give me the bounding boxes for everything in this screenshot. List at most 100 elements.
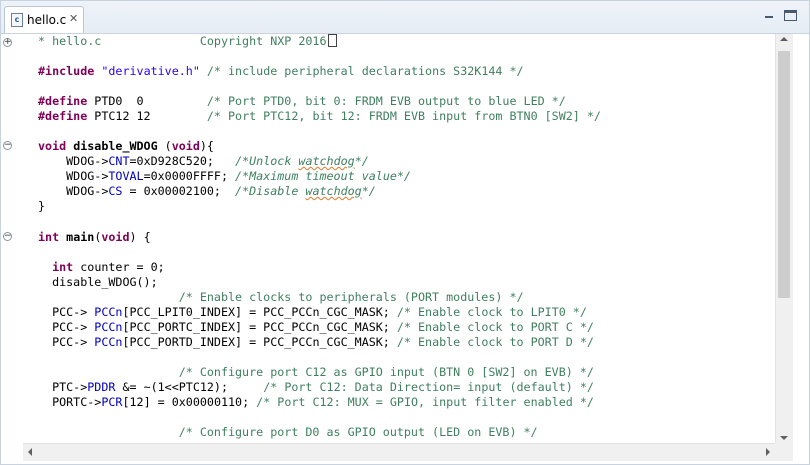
- comment: /* Enable clock to LPIT0 */: [396, 305, 587, 319]
- field: CS: [108, 184, 123, 198]
- comment: /* Port PTD0, bit 0: FRDM EVB output to …: [206, 94, 566, 108]
- code-text: [12] = 0x00000110;: [122, 395, 257, 409]
- code-text: PCC->: [38, 305, 95, 319]
- scroll-up-icon[interactable]: [780, 37, 788, 41]
- code-line: PORTC->PCR[12] = 0x00000110; /* Port C12…: [38, 395, 594, 410]
- code-line: PCC-> PCCn[PCC_LPIT0_INDEX] = PCC_PCCn_C…: [38, 305, 587, 320]
- folding-gutter: + − −: [1, 34, 23, 444]
- code-line: PCC-> PCCn[PCC_PORTC_INDEX] = PCC_PCCn_C…: [38, 320, 594, 335]
- field: TOVAL: [108, 169, 144, 183]
- code-line: /* Configure port C12 as GPIO input (BTN…: [38, 365, 594, 380]
- comment: */: [354, 154, 369, 168]
- scrollbar-corner: [775, 443, 793, 461]
- minimize-icon[interactable]: [763, 10, 776, 21]
- code-text: PTC->: [38, 380, 88, 394]
- field: PCCn: [94, 335, 123, 349]
- code-text: ){: [199, 139, 214, 153]
- code-text: counter = 0;: [73, 260, 165, 274]
- code-text: &= ~(1<<PTC12);: [115, 380, 264, 394]
- field: PDDR: [87, 380, 116, 394]
- code-editor[interactable]: * hello.c Copyright NXP 2016 #include "d…: [23, 34, 775, 444]
- code-text: PTD0 0: [87, 94, 207, 108]
- comment: * hello.c Copyright NXP 2016: [38, 34, 327, 48]
- code-line: WDOG->CS = 0x00002100; /*Disable watchdo…: [38, 184, 376, 199]
- code-line: * hello.c Copyright NXP 2016: [38, 34, 337, 49]
- code-line: disable_WDOG();: [38, 275, 158, 290]
- code-line: #define PTD0 0 /* Port PTD0, bit 0: FRDM…: [38, 94, 566, 109]
- editor-window: c hello.c ✕ + − − * hello.c Copyright NX…: [0, 0, 810, 465]
- comment: /* include peripheral declarations S32K1…: [199, 64, 524, 78]
- keyword: int: [52, 260, 74, 274]
- code-text: disable_WDOG();: [38, 275, 158, 289]
- keyword: void: [171, 139, 200, 153]
- code-text: WDOG->: [38, 154, 109, 168]
- comment: /*Disable: [235, 184, 306, 198]
- code-text: PTC12 12: [87, 109, 207, 123]
- horizontal-scrollbar[interactable]: [23, 443, 775, 461]
- code-line: int counter = 0;: [38, 260, 165, 275]
- code-text: =0x0000FFFF;: [143, 169, 236, 183]
- scroll-right-icon[interactable]: [766, 448, 770, 456]
- code-line: #define PTC12 12 /* Port PTC12, bit 12: …: [38, 109, 601, 124]
- code-text: PCC->: [38, 320, 95, 334]
- code-text: =0xD928C520;: [129, 154, 236, 168]
- keyword: int: [38, 230, 60, 244]
- field: PCR: [101, 395, 123, 409]
- comment: /* Enable clock to PORT C */: [396, 320, 594, 334]
- code-line: void disable_WDOG (void){: [38, 139, 214, 154]
- code-line: /* Configure port D0 as GPIO output (LED…: [38, 425, 538, 440]
- code-line: int main(void) {: [38, 230, 151, 245]
- code-text: }: [38, 199, 46, 213]
- scroll-left-icon[interactable]: [28, 448, 32, 456]
- fold-collapse-icon[interactable]: −: [3, 141, 12, 150]
- vertical-scrollbar[interactable]: [775, 34, 793, 443]
- field: PCCn: [94, 320, 123, 334]
- code-line: WDOG->CNT=0xD928C520; /*Unlock watchdog*…: [38, 154, 369, 169]
- code-text: ) {: [129, 230, 151, 244]
- function-name: disable_WDOG: [66, 139, 165, 153]
- preprocessor-keyword: #define: [38, 94, 88, 108]
- code-line: WDOG->TOVAL=0x0000FFFF; /*Maximum timeou…: [38, 169, 411, 184]
- fold-collapse-icon[interactable]: −: [3, 232, 12, 241]
- code-text: [PCC_LPIT0_INDEX] = PCC_PCCn_CGC_MASK;: [122, 305, 397, 319]
- code-text: PCC->: [38, 335, 95, 349]
- spelling-warning: watchdog: [305, 184, 362, 198]
- code-text: PORTC->: [38, 395, 102, 409]
- comment: /* Port C12: Data Direction= input (defa…: [263, 380, 594, 394]
- comment: /* Enable clock to PORT D */: [396, 335, 594, 349]
- field: CNT: [108, 154, 130, 168]
- code-line: PCC-> PCCn[PCC_PORTD_INDEX] = PCC_PCCn_C…: [38, 335, 594, 350]
- code-line: }: [38, 199, 45, 214]
- code-text: WDOG->: [38, 169, 109, 183]
- comment: /* Configure port C12 as GPIO input (BTN…: [38, 365, 594, 379]
- code-line: /* Enable clocks to peripherals (PORT mo…: [38, 290, 524, 305]
- maximize-icon[interactable]: [784, 10, 797, 21]
- vertical-scroll-thumb[interactable]: [778, 51, 790, 298]
- preprocessor-keyword: #define: [38, 109, 88, 123]
- close-icon[interactable]: ✕: [69, 12, 78, 26]
- string-literal: "derivative.h": [101, 64, 200, 78]
- comment: */: [361, 184, 376, 198]
- code-line: #include "derivative.h" /* include perip…: [38, 64, 524, 79]
- keyword: void: [38, 139, 67, 153]
- tab-hello-c[interactable]: c hello.c ✕: [4, 6, 84, 33]
- spelling-warning: watchdog: [298, 154, 355, 168]
- code-text: [PCC_PORTD_INDEX] = PCC_PCCn_CGC_MASK;: [122, 335, 397, 349]
- comment: /*Unlock: [235, 154, 299, 168]
- fold-expand-icon[interactable]: +: [3, 38, 12, 47]
- function-name: main: [59, 230, 95, 244]
- tab-label: hello.c: [27, 13, 67, 27]
- code-text: [PCC_PORTC_INDEX] = PCC_PCCn_CGC_MASK;: [122, 320, 397, 334]
- preprocessor-keyword: #include: [38, 64, 95, 78]
- code-line: PTC->PDDR &= ~(1<<PTC12); /* Port C12: D…: [38, 380, 594, 395]
- code-text: (: [164, 139, 172, 153]
- selection-box: [327, 34, 337, 47]
- keyword: void: [101, 230, 130, 244]
- comment: /* Port PTC12, bit 12: FRDM EVB input fr…: [206, 109, 601, 123]
- comment: /* Enable clocks to peripherals (PORT mo…: [38, 290, 524, 304]
- c-file-icon: c: [11, 13, 23, 27]
- scroll-down-icon[interactable]: [780, 436, 788, 440]
- code-text: = 0x00002100;: [122, 184, 236, 198]
- comment: /* Port C12: MUX = GPIO, input filter en…: [256, 395, 594, 409]
